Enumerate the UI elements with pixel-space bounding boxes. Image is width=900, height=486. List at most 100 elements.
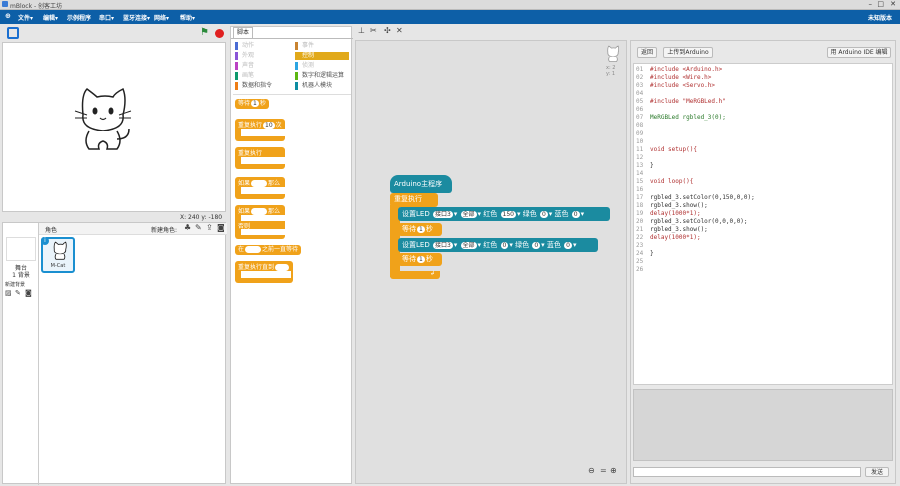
palette-if-slot bbox=[241, 187, 285, 194]
cat-thumbnail-icon bbox=[53, 241, 67, 260]
menu-file[interactable]: 文件▾ bbox=[18, 13, 33, 22]
stage-backdrops: 1 背景 bbox=[12, 272, 30, 279]
scripts-workspace[interactable]: x: 2 y: 1 Arduino主程序 重复执行 ↲ 设置LED 接口3 ▾ 全… bbox=[355, 40, 627, 484]
set-led-block-2[interactable]: 设置LED 接口3 ▾ 全部 ▾ 红色 0 ▾ 绿色 0 ▾ 蓝色 0 ▾ bbox=[398, 238, 598, 252]
line-number: 15 bbox=[636, 178, 644, 185]
code-line: } bbox=[650, 162, 654, 169]
category-looks[interactable]: 外观 bbox=[235, 52, 254, 60]
upload-sprite-icon[interactable]: ⇪ bbox=[206, 223, 213, 232]
menu-examples[interactable]: 示例程序 bbox=[67, 13, 91, 22]
category-sensing[interactable]: 侦测 bbox=[295, 62, 314, 70]
sprite-info-badge[interactable]: i bbox=[41, 237, 49, 245]
palette-forever-block[interactable]: 重复执行 bbox=[235, 147, 285, 169]
set-led-block-1[interactable]: 设置LED 接口3 ▾ 全部 ▾ 红色 150 ▾ 绿色 0 ▾ 蓝色 0 ▾ bbox=[398, 207, 610, 221]
category-operators[interactable]: 数字和逻辑运算 bbox=[295, 72, 344, 80]
shrink-icon[interactable]: ✕ bbox=[396, 26, 403, 35]
menu-edit[interactable]: 编辑▾ bbox=[43, 13, 58, 22]
arduino-panel: 返回 上传到Arduino 用 Arduino IDE 编辑 01 #includ… bbox=[630, 40, 896, 484]
zoom-out-icon[interactable]: ⊖ bbox=[588, 466, 595, 475]
palette-repeat-block[interactable]: 重复执行 10 次 bbox=[235, 119, 285, 141]
camera-sprite-icon[interactable]: ◙ bbox=[217, 223, 225, 232]
arduino-main-hat[interactable]: Arduino主程序 bbox=[390, 175, 452, 193]
category-divider bbox=[233, 94, 351, 95]
tab-divider bbox=[231, 38, 353, 39]
minimize-icon[interactable]: – bbox=[869, 0, 873, 8]
category-pen[interactable]: 画笔 bbox=[235, 72, 254, 80]
palette-wait-until-block[interactable]: 在 之前一直等待 bbox=[235, 245, 302, 255]
stage-column: 舞台 1 背景 新建背景 ▨ ✎ ◙ bbox=[3, 223, 39, 485]
stage[interactable] bbox=[2, 42, 226, 212]
green-flag-icon[interactable]: ⚑ bbox=[200, 27, 209, 38]
zoom-in-icon[interactable]: ⊕ bbox=[610, 466, 617, 475]
back-button[interactable]: 返回 bbox=[637, 47, 657, 58]
category-events[interactable]: 事件 bbox=[295, 42, 314, 50]
send-button[interactable]: 发送 bbox=[865, 467, 889, 477]
new-backdrop-label: 新建背景 bbox=[5, 282, 26, 288]
palette-repeat-until-block[interactable]: 重复执行直到 bbox=[235, 261, 293, 283]
category-robots[interactable]: 机器人模块 bbox=[295, 82, 332, 90]
line-number: 24 bbox=[636, 250, 644, 257]
sprite-thumbnail[interactable]: i M-Cat bbox=[41, 237, 75, 273]
menu-bar: ⊕ 文件▾ 编辑▾ 示例程序 串口▾ 蓝牙连接▾ 网络▾ 帮助▾ 未知版本 bbox=[0, 10, 900, 24]
maximize-icon[interactable]: □ bbox=[877, 0, 884, 8]
stage-thumbnail[interactable] bbox=[6, 237, 36, 261]
camera-backdrop-icon[interactable]: ◙ bbox=[25, 289, 32, 297]
cut-icon[interactable]: ✂ bbox=[370, 26, 377, 35]
code-line: #include <Wire.h> bbox=[650, 74, 712, 81]
code-line: rgbled_3.show(); bbox=[650, 202, 708, 209]
line-number: 12 bbox=[636, 154, 644, 161]
code-line: rgbled_3.show(); bbox=[650, 226, 708, 233]
line-number: 25 bbox=[636, 258, 644, 265]
globe-icon[interactable]: ⊕ bbox=[5, 12, 11, 20]
paint-sprite-icon[interactable]: ✎ bbox=[195, 223, 202, 232]
palette-repeat-until-slot bbox=[241, 271, 291, 278]
duplicate-icon[interactable]: ⊥ bbox=[358, 26, 365, 35]
grow-icon[interactable]: ✣ bbox=[384, 26, 391, 35]
stop-icon[interactable] bbox=[215, 29, 224, 38]
brush-backdrop-icon[interactable]: ✎ bbox=[15, 289, 21, 297]
code-line: } bbox=[650, 250, 654, 257]
palette-if-else-block[interactable]: 如果 那么 否则 bbox=[235, 205, 285, 239]
menu-bluetooth[interactable]: 蓝牙连接▾ bbox=[123, 13, 150, 22]
menu-help[interactable]: 帮助▾ bbox=[180, 13, 195, 22]
close-icon[interactable]: ✕ bbox=[890, 0, 896, 8]
menu-serial[interactable]: 串口▾ bbox=[99, 13, 114, 22]
code-line: MeRGBLed rgbled_3(0); bbox=[650, 114, 726, 121]
tab-scripts[interactable]: 脚本 bbox=[233, 27, 253, 38]
line-number: 22 bbox=[636, 234, 644, 241]
code-line: #include <Arduino.h> bbox=[650, 66, 723, 73]
category-data[interactable]: 数据和指令 bbox=[235, 82, 272, 90]
code-editor[interactable]: 01 #include <Arduino.h> 02 #include <Wire.h… bbox=[633, 63, 893, 385]
wait-block-1[interactable]: 等待 1 秒 bbox=[398, 223, 442, 236]
menu-network[interactable]: 网络▾ bbox=[154, 13, 169, 22]
fullscreen-icon[interactable] bbox=[7, 27, 19, 39]
sprite-name: M-Cat bbox=[50, 263, 66, 269]
line-number: 23 bbox=[636, 242, 644, 249]
category-motion[interactable]: 动作 bbox=[235, 42, 254, 50]
line-number: 05 bbox=[636, 98, 644, 105]
palette-if-else-slot2 bbox=[241, 229, 285, 235]
category-sound[interactable]: 声音 bbox=[235, 62, 254, 70]
library-sprite-icon[interactable]: ♣ bbox=[184, 223, 191, 232]
title-bar: mBlock - 创客工坊 – □ ✕ bbox=[0, 0, 900, 10]
paint-backdrop-icon[interactable]: ▨ bbox=[5, 289, 12, 297]
stage-coords: X: 240 y: -180 bbox=[180, 214, 223, 221]
sprite-pane: 舞台 1 背景 新建背景 ▨ ✎ ◙ 角色 新建角色: ♣ ✎ ⇪ ◙ i M-… bbox=[2, 222, 227, 485]
palette-if-block[interactable]: 如果 那么 bbox=[235, 177, 285, 199]
line-number: 18 bbox=[636, 202, 644, 209]
sprite-y-readout: y: 1 bbox=[606, 71, 616, 77]
palette-wait-block[interactable]: 等待 1 秒 bbox=[235, 99, 269, 109]
code-line: void setup(){ bbox=[650, 146, 697, 153]
code-line: delay(1000*1); bbox=[650, 210, 701, 217]
upload-arduino-button[interactable]: 上传到Arduino bbox=[663, 47, 713, 58]
serial-input[interactable] bbox=[633, 467, 861, 477]
blocks-palette: 脚本 动作 事件 外观 控制 声音 侦测 画笔 数字和逻辑运算 数据和指令 机器… bbox=[230, 26, 353, 484]
app-icon bbox=[2, 1, 8, 7]
open-arduino-ide-button[interactable]: 用 Arduino IDE 编辑 bbox=[827, 47, 891, 58]
new-sprite-label: 新建角色: bbox=[151, 227, 178, 234]
wait-block-2[interactable]: 等待 1 秒 bbox=[398, 253, 442, 266]
cat-sprite[interactable] bbox=[73, 85, 133, 155]
zoom-reset-icon[interactable]: = bbox=[600, 466, 607, 475]
category-control[interactable]: 控制 bbox=[295, 52, 349, 60]
line-number: 08 bbox=[636, 122, 644, 129]
